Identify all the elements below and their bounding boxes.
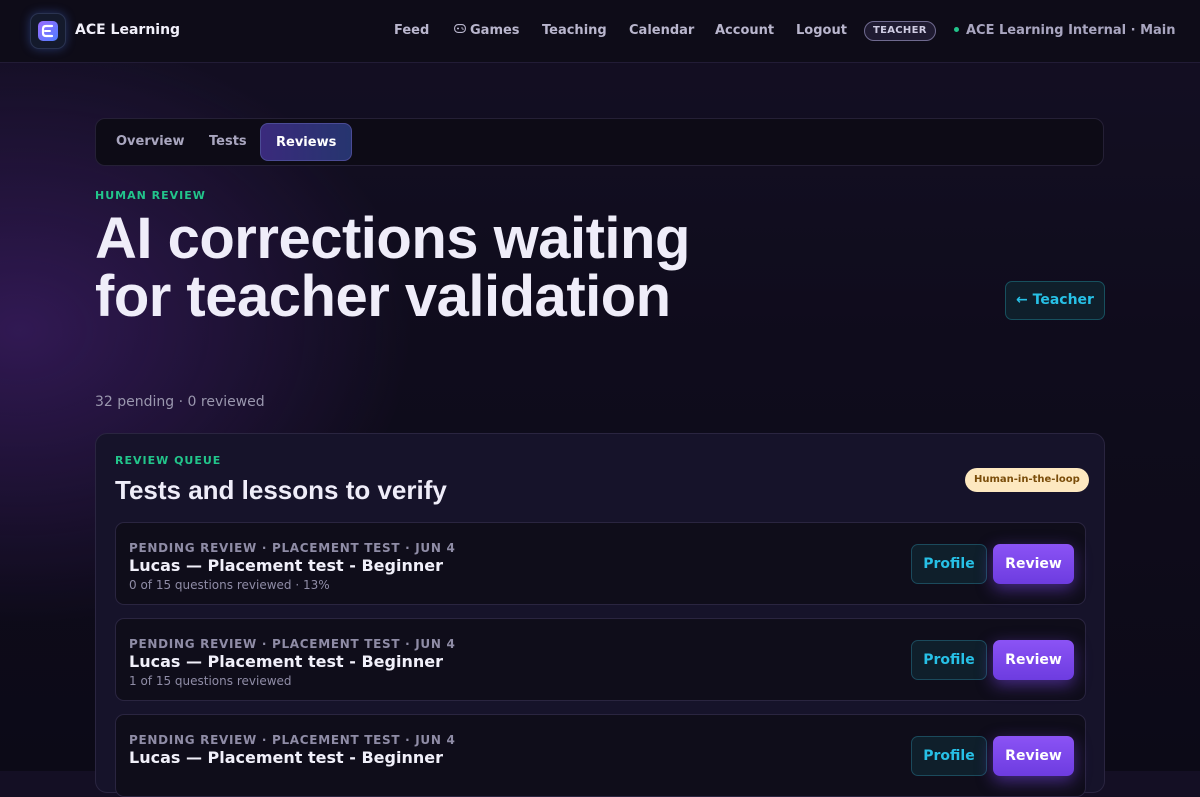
nav-feed[interactable]: Feed xyxy=(394,23,429,38)
nav-games-label: Games xyxy=(470,23,520,38)
hero-eyebrow: HUMAN REVIEW xyxy=(95,189,206,202)
review-row-title: Lucas — Placement test - Beginner xyxy=(129,652,443,671)
tab-tests[interactable]: Tests xyxy=(209,123,247,161)
review-row-meta: PENDING REVIEW · PLACEMENT TEST · JUN 4 xyxy=(129,541,456,555)
status-dot-icon xyxy=(954,27,959,32)
review-row-progress: 1 of 15 questions reviewed xyxy=(129,674,292,688)
environment-label: ACE Learning Internal · Main xyxy=(966,23,1176,38)
queue-eyebrow: REVIEW QUEUE xyxy=(115,454,222,467)
review-row-progress: 0 of 15 questions reviewed · 13% xyxy=(129,578,330,592)
review-button[interactable]: Review xyxy=(993,544,1074,584)
review-row-title: Lucas — Placement test - Beginner xyxy=(129,556,443,575)
brand-name[interactable]: ACE Learning xyxy=(75,22,180,38)
page-title: AI corrections waiting for teacher valid… xyxy=(95,206,690,329)
nav-account[interactable]: Account xyxy=(715,23,774,38)
gamepad-icon xyxy=(454,22,466,37)
role-badge: TEACHER xyxy=(864,21,936,41)
review-row-meta: PENDING REVIEW · PLACEMENT TEST · JUN 4 xyxy=(129,733,456,747)
review-row: PENDING REVIEW · PLACEMENT TEST · JUN 4 … xyxy=(115,618,1086,701)
top-navigation-bar: ACE Learning Feed Games Teaching Calenda… xyxy=(0,0,1200,63)
nav-logout[interactable]: Logout xyxy=(796,23,847,38)
profile-button[interactable]: Profile xyxy=(911,736,987,776)
nav-games[interactable]: Games xyxy=(454,23,520,38)
back-to-teacher-button[interactable]: ← Teacher xyxy=(1005,281,1105,320)
review-row: PENDING REVIEW · PLACEMENT TEST · JUN 4 … xyxy=(115,714,1086,797)
section-tabs: Overview Tests Reviews xyxy=(95,118,1104,166)
review-button[interactable]: Review xyxy=(993,640,1074,680)
nav-calendar[interactable]: Calendar xyxy=(629,23,694,38)
nav-teaching[interactable]: Teaching xyxy=(542,23,607,38)
tab-reviews[interactable]: Reviews xyxy=(260,123,353,161)
ace-logo-icon[interactable] xyxy=(30,13,66,49)
review-button[interactable]: Review xyxy=(993,736,1074,776)
profile-button[interactable]: Profile xyxy=(911,544,987,584)
review-stats: 32 pending · 0 reviewed xyxy=(95,394,265,410)
review-row: PENDING REVIEW · PLACEMENT TEST · JUN 4 … xyxy=(115,522,1086,605)
review-queue-card: REVIEW QUEUE Tests and lessons to verify… xyxy=(95,433,1105,797)
profile-button[interactable]: Profile xyxy=(911,640,987,680)
review-row-meta: PENDING REVIEW · PLACEMENT TEST · JUN 4 xyxy=(129,637,456,651)
human-in-the-loop-badge: Human-in-the-loop xyxy=(965,468,1089,492)
queue-title: Tests and lessons to verify xyxy=(115,475,447,505)
review-row-title: Lucas — Placement test - Beginner xyxy=(129,748,443,767)
environment-indicator[interactable]: ACE Learning Internal · Main xyxy=(954,23,1176,38)
tab-overview[interactable]: Overview xyxy=(116,123,185,161)
